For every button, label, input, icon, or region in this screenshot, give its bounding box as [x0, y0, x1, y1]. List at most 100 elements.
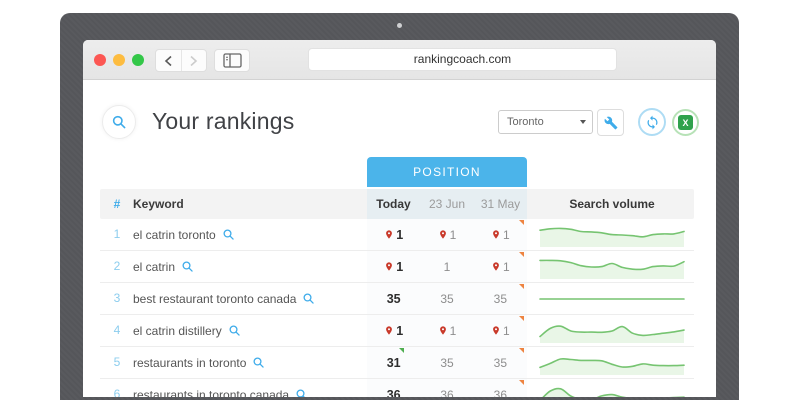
position-today: 35 — [367, 283, 420, 314]
column-keyword: Keyword — [133, 189, 184, 219]
position-31may: 1 — [474, 251, 527, 282]
trend-marker — [519, 348, 524, 353]
position-23jun: 1 — [420, 251, 473, 282]
position-today: 36 — [367, 379, 420, 397]
device-frame: rankingcoach.com Your rankings Toronto X — [60, 13, 739, 400]
excel-icon: X — [678, 115, 693, 130]
table-body: 1 el catrin toronto 1 1 1 2 el catrin 1 … — [100, 219, 694, 397]
keyword-label: el catrin toronto — [133, 228, 216, 242]
keyword-cell: el catrin — [133, 251, 194, 282]
chevron-left-icon — [164, 55, 173, 67]
keyword-label: el catrin distillery — [133, 324, 222, 338]
keyword-search-icon[interactable] — [222, 228, 235, 241]
row-number: 3 — [100, 283, 134, 314]
location-select[interactable]: Toronto — [498, 110, 593, 134]
column-23jun: 23 Jun — [420, 189, 474, 219]
table-row[interactable]: 6 restaurants in toronto canada 36 36 36 — [100, 379, 694, 397]
search-volume-sparkline — [538, 286, 686, 312]
column-31may: 31 May — [474, 189, 527, 219]
trend-marker — [519, 252, 524, 257]
keyword-cell: restaurants in toronto — [133, 347, 265, 378]
position-cells: 35 35 35 — [367, 283, 527, 314]
search-volume-sparkline — [538, 222, 686, 248]
position-23jun: 1 — [420, 315, 473, 346]
position-cells: 36 36 36 — [367, 379, 527, 397]
row-number: 1 — [100, 219, 134, 250]
nav-buttons — [155, 49, 207, 72]
trend-marker — [519, 220, 524, 225]
trend-marker — [519, 380, 524, 385]
position-23jun: 35 — [420, 283, 473, 314]
position-31may: 35 — [474, 347, 527, 378]
trend-marker — [519, 316, 524, 321]
keyword-label: el catrin — [133, 260, 175, 274]
settings-wrench-button[interactable] — [597, 109, 624, 136]
position-31may: 1 — [474, 219, 527, 250]
sidebar-icon — [223, 53, 242, 68]
search-volume-sparkline — [538, 350, 686, 376]
export-excel-button[interactable]: X — [672, 109, 699, 136]
position-today: 1 — [367, 219, 420, 250]
refresh-button[interactable] — [638, 108, 666, 136]
map-pin-icon — [384, 228, 394, 241]
map-pin-icon — [438, 324, 448, 337]
keyword-search-icon[interactable] — [181, 260, 194, 273]
position-31may: 35 — [474, 283, 527, 314]
table-row[interactable]: 3 best restaurant toronto canada 35 35 3… — [100, 283, 694, 315]
keyword-cell: best restaurant toronto canada — [133, 283, 315, 314]
search-volume-sparkline — [538, 382, 686, 397]
map-pin-icon — [491, 324, 501, 337]
table-row[interactable]: 5 restaurants in toronto 31 35 35 — [100, 347, 694, 379]
keyword-cell: el catrin toronto — [133, 219, 235, 250]
map-pin-icon — [384, 324, 394, 337]
keyword-search-icon[interactable] — [252, 356, 265, 369]
url-bar[interactable]: rankingcoach.com — [308, 48, 617, 71]
keyword-cell: el catrin distillery — [133, 315, 241, 346]
forward-button[interactable] — [182, 50, 207, 71]
rankings-badge — [102, 105, 136, 139]
column-search-volume: Search volume — [538, 189, 686, 219]
keyword-label: restaurants in toronto — [133, 356, 246, 370]
keyword-label: best restaurant toronto canada — [133, 292, 296, 306]
position-cells: 1 1 1 — [367, 219, 527, 250]
page-title: Your rankings — [152, 108, 294, 135]
window-controls — [94, 54, 144, 66]
close-window-button[interactable] — [94, 54, 106, 66]
webcam-dot — [397, 23, 402, 28]
map-pin-icon — [491, 260, 501, 273]
row-number: 6 — [100, 379, 134, 397]
column-rank: # — [100, 189, 134, 219]
map-pin-icon — [384, 260, 394, 273]
back-button[interactable] — [156, 50, 182, 71]
search-volume-sparkline — [538, 318, 686, 344]
table-header: # Keyword Today 23 Jun 31 May Search vol… — [100, 189, 694, 219]
trend-marker — [399, 348, 404, 353]
position-today: 31 — [367, 347, 420, 378]
table-row[interactable]: 2 el catrin 1 1 1 — [100, 251, 694, 283]
search-icon — [111, 114, 127, 130]
row-number: 5 — [100, 347, 134, 378]
keyword-search-icon[interactable] — [228, 324, 241, 337]
wrench-icon — [604, 116, 618, 130]
row-number: 4 — [100, 315, 134, 346]
refresh-icon — [645, 115, 660, 130]
position-cells: 31 35 35 — [367, 347, 527, 378]
keyword-search-icon[interactable] — [302, 292, 315, 305]
table-row[interactable]: 1 el catrin toronto 1 1 1 — [100, 219, 694, 251]
map-pin-icon — [491, 228, 501, 241]
position-31may: 36 — [474, 379, 527, 397]
location-select-wrap: Toronto — [498, 110, 593, 134]
page-content: Your rankings Toronto X POSITION # — [83, 80, 716, 397]
keyword-search-icon[interactable] — [295, 388, 308, 397]
sidebar-toggle-button[interactable] — [214, 49, 250, 72]
position-today: 1 — [367, 251, 420, 282]
tab-position[interactable]: POSITION — [367, 157, 527, 187]
minimize-window-button[interactable] — [113, 54, 125, 66]
column-today: Today — [367, 189, 420, 219]
position-cells: 1 1 1 — [367, 251, 527, 282]
browser-window: rankingcoach.com Your rankings Toronto X — [83, 40, 716, 397]
position-23jun: 35 — [420, 347, 473, 378]
zoom-window-button[interactable] — [132, 54, 144, 66]
table-row[interactable]: 4 el catrin distillery 1 1 1 — [100, 315, 694, 347]
trend-marker — [519, 284, 524, 289]
